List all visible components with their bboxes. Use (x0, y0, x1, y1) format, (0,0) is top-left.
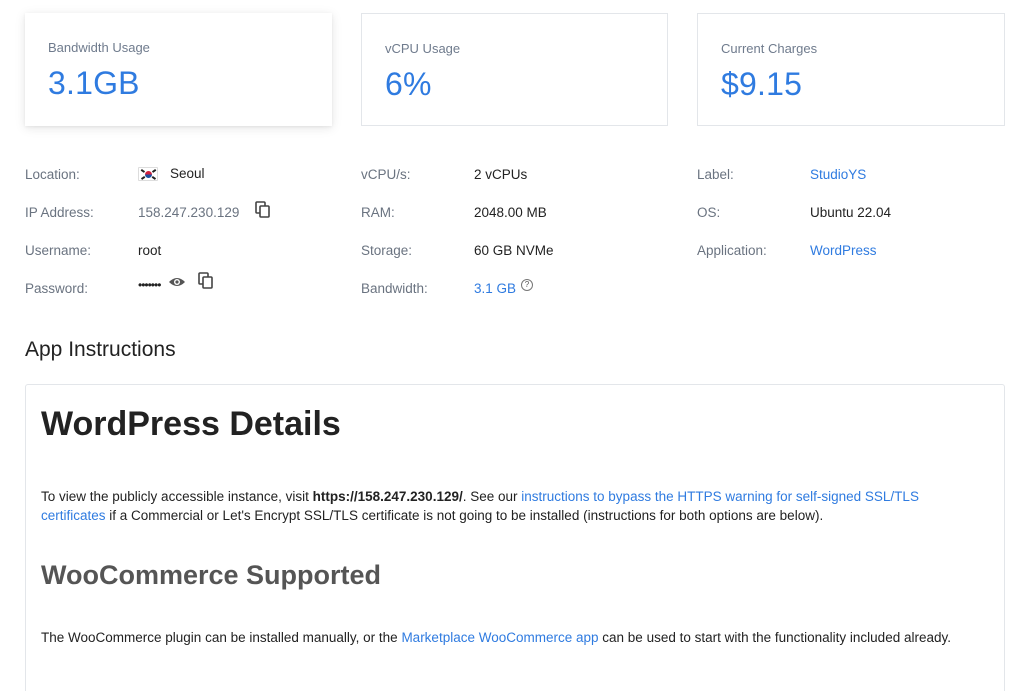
vcpu-usage-card: vCPU Usage 6% (361, 13, 668, 126)
text-segment: can be used to start with the functional… (598, 630, 951, 645)
bandwidth-usage-card: Bandwidth Usage 3.1GB (25, 13, 332, 126)
ip-address-value[interactable]: 158.247.230.129 (138, 205, 239, 220)
text-segment: . See our (462, 489, 522, 504)
label-link[interactable]: StudioYS (810, 167, 866, 182)
label-key: Label: (697, 167, 734, 182)
application-link[interactable]: WordPress (810, 243, 877, 258)
storage-value: 60 GB NVMe (474, 243, 554, 258)
card-label: vCPU Usage (385, 41, 461, 56)
os-value: Ubuntu 22.04 (810, 205, 892, 220)
card-value: 6% (385, 66, 432, 102)
help-question-icon[interactable]: ? (521, 278, 534, 291)
password-row: ••••••• (138, 272, 214, 292)
text-segment: To view the publicly accessible instance… (41, 489, 313, 504)
bandwidth-row: 3.1 GB ? (474, 278, 534, 296)
app-instructions-title: App Instructions (25, 338, 176, 361)
wordpress-details-heading: WordPress Details (41, 405, 341, 443)
woocommerce-instructions-text: The WooCommerce plugin can be installed … (41, 628, 986, 647)
location-text: Seoul (170, 166, 205, 181)
help-question-text: ? (524, 279, 530, 289)
marketplace-woocommerce-link[interactable]: Marketplace WooCommerce app (401, 630, 598, 645)
woocommerce-supported-heading: WooCommerce Supported (41, 560, 382, 590)
instance-url: https://158.247.230.129/ (312, 489, 463, 504)
wordpress-instructions-text: To view the publicly accessible instance… (41, 487, 986, 525)
location-value: Seoul (138, 166, 205, 181)
bandwidth-link[interactable]: 3.1 GB (474, 281, 516, 296)
text-segment: The WooCommerce plugin can be installed … (41, 630, 402, 645)
application-key: Application: (697, 243, 767, 258)
ip-address-row: 158.247.230.129 (138, 200, 271, 220)
card-value: 3.1GB (48, 65, 140, 101)
storage-key: Storage: (361, 243, 413, 258)
copy-ip-icon[interactable] (255, 200, 271, 219)
password-key: Password: (25, 281, 89, 296)
ip-address-key: IP Address: (25, 205, 94, 220)
card-value: $9.15 (721, 66, 803, 102)
vcpu-key: vCPU/s: (361, 167, 411, 182)
location-key: Location: (25, 167, 80, 182)
bandwidth-key: Bandwidth: (361, 281, 428, 296)
username-value: root (138, 243, 162, 258)
vcpu-value: 2 vCPUs (474, 167, 528, 182)
ram-value: 2048.00 MB (474, 205, 547, 220)
os-key: OS: (697, 205, 721, 220)
card-label: Current Charges (721, 41, 818, 56)
korea-flag-icon (138, 166, 158, 181)
show-password-eye-icon[interactable] (168, 276, 186, 288)
password-value: ••••••• (138, 278, 161, 292)
instructions-panel: WordPress Details To view the publicly a… (25, 384, 1005, 691)
current-charges-card: Current Charges $9.15 (697, 13, 1005, 126)
ram-key: RAM: (361, 205, 395, 220)
text-segment: if a Commercial or Let's Encrypt SSL/TLS… (105, 508, 824, 523)
card-label: Bandwidth Usage (48, 40, 150, 55)
username-key: Username: (25, 243, 92, 258)
copy-password-icon[interactable] (198, 272, 214, 290)
